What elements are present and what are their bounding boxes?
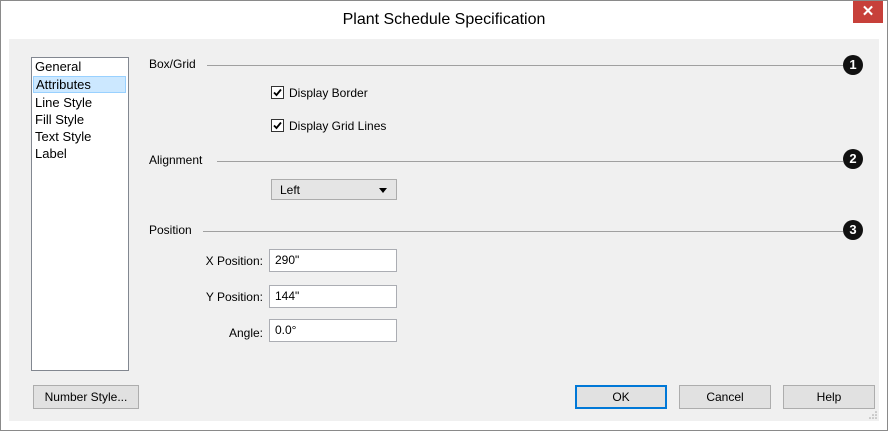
callout-badge-2: 2 [843,149,863,169]
callout-badge-3: 3 [843,220,863,240]
title-bar[interactable]: Plant Schedule Specification ✕ [1,1,887,39]
alignment-group-label: Alignment [149,153,203,167]
callout-badge-1: 1 [843,55,863,75]
position-divider [203,231,843,232]
category-item-label[interactable]: Label [32,145,128,162]
angle-input[interactable]: 0.0° [269,319,397,342]
box-grid-group-label: Box/Grid [149,57,196,71]
dialog-title: Plant Schedule Specification [342,11,546,28]
display-border-label: Display Border [289,86,368,100]
cancel-button[interactable]: Cancel [679,385,771,409]
dialog-body: General Attributes Line Style Fill Style… [9,39,879,421]
dialog-window: Plant Schedule Specification ✕ General A… [0,0,888,431]
ok-button[interactable]: OK [575,385,667,409]
box-grid-divider [207,65,843,66]
display-grid-lines-checkbox[interactable]: Display Grid Lines [271,119,386,133]
alignment-selected-value: Left [280,183,301,197]
category-item-fill-style[interactable]: Fill Style [32,111,128,128]
alignment-divider [217,161,843,162]
help-button[interactable]: Help [783,385,875,409]
y-position-input[interactable]: 144" [269,285,397,308]
category-list[interactable]: General Attributes Line Style Fill Style… [31,57,129,371]
close-icon: ✕ [861,3,875,20]
category-item-attributes[interactable]: Attributes [33,76,126,93]
alignment-dropdown[interactable]: Left [271,179,397,200]
display-grid-lines-label: Display Grid Lines [289,119,387,133]
position-group-label: Position [149,223,192,237]
category-item-general[interactable]: General [32,58,128,75]
chevron-down-icon [379,188,387,193]
checkbox-checked-icon[interactable] [271,119,284,132]
display-border-checkbox[interactable]: Display Border [271,86,368,100]
number-style-button[interactable]: Number Style... [33,385,139,409]
category-item-line-style[interactable]: Line Style [32,94,128,111]
angle-label: Angle: [228,326,263,340]
checkbox-checked-icon[interactable] [271,86,284,99]
y-position-label: Y Position: [205,290,263,304]
x-position-input[interactable]: 290" [269,249,397,272]
category-item-text-style[interactable]: Text Style [32,128,128,145]
resize-grip-icon[interactable] [869,411,877,419]
x-position-label: X Position: [205,254,263,268]
close-button[interactable]: ✕ [853,1,883,23]
